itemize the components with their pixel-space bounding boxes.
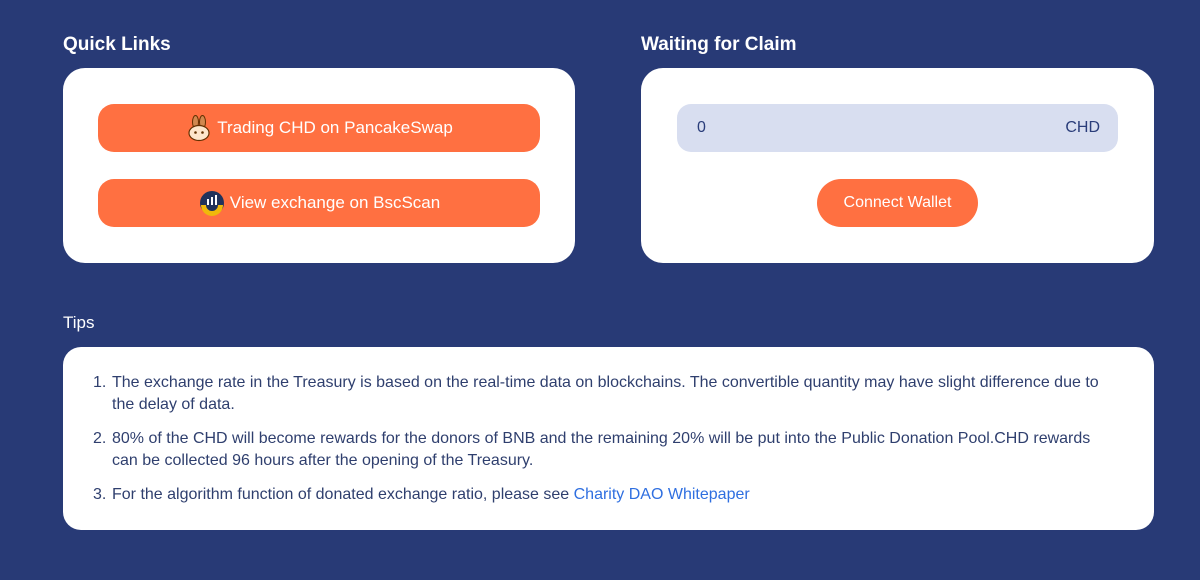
tips-list: 1. The exchange rate in the Treasury is … xyxy=(93,372,1103,518)
bscscan-button-label: View exchange on BscScan xyxy=(229,193,441,212)
tip-item: 2. 80% of the CHD will become rewards fo… xyxy=(93,428,1103,472)
whitepaper-link[interactable]: Charity DAO Whitepaper xyxy=(574,486,750,503)
pancakeswap-button-label: Trading CHD on PancakeSwap xyxy=(217,118,453,137)
bscscan-icon xyxy=(198,189,226,217)
claim-amount-field: 0 CHD xyxy=(677,104,1118,152)
tip-number: 2. xyxy=(93,430,107,447)
claim-amount-unit: CHD xyxy=(1065,119,1100,136)
pancakeswap-button[interactable]: Trading CHD on PancakeSwap xyxy=(98,104,540,152)
quick-links-card xyxy=(63,68,575,263)
quick-links-title: Quick Links xyxy=(63,34,171,55)
tip-text: The exchange rate in the Treasury is bas… xyxy=(112,374,1099,413)
tip-item: 1. The exchange rate in the Treasury is … xyxy=(93,372,1103,416)
waiting-for-claim-title: Waiting for Claim xyxy=(641,34,797,55)
tip-text: 80% of the CHD will become rewards for t… xyxy=(112,430,1091,469)
tip-item: 3. For the algorithm function of donated… xyxy=(93,484,1103,506)
connect-wallet-button[interactable]: Connect Wallet xyxy=(817,179,978,227)
pancakeswap-bunny-icon xyxy=(185,114,213,142)
tip-text: For the algorithm function of donated ex… xyxy=(112,486,574,503)
tip-text-wrap: For the algorithm function of donated ex… xyxy=(112,484,750,506)
bscscan-button[interactable]: View exchange on BscScan xyxy=(98,179,540,227)
tips-title: Tips xyxy=(63,313,95,332)
claim-card xyxy=(641,68,1154,263)
tip-number: 3. xyxy=(93,486,107,503)
tip-number: 1. xyxy=(93,374,107,391)
claim-amount-value: 0 xyxy=(697,119,706,136)
